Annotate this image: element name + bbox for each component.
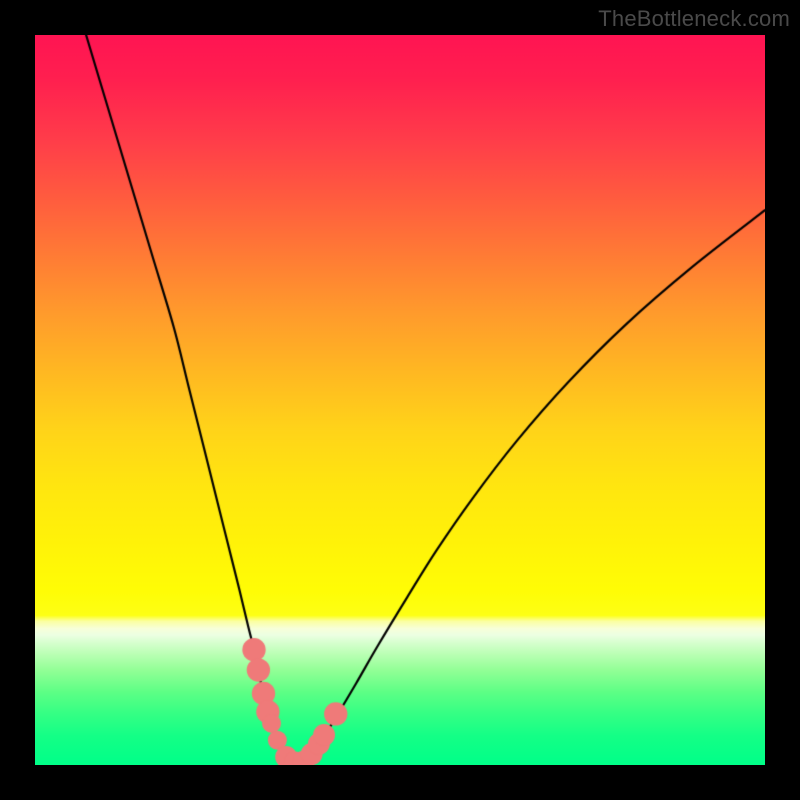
chart-container: TheBottleneck.com xyxy=(0,0,800,800)
plot-area xyxy=(35,35,765,765)
bottleneck-curve xyxy=(35,35,765,765)
watermark-text: TheBottleneck.com xyxy=(598,6,790,32)
